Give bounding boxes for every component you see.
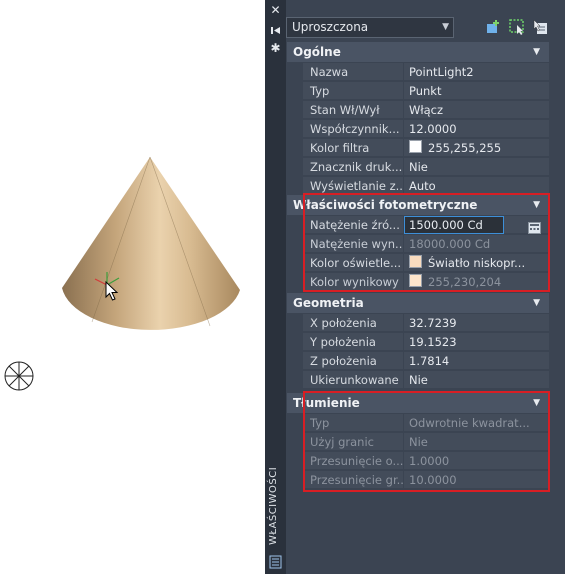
section-title: Ogólne — [293, 45, 341, 59]
property-row[interactable]: Stan Wł/Wył Włącz — [287, 101, 549, 120]
property-value: 1.0000 — [404, 452, 549, 470]
section-title: Tłumienie — [293, 396, 360, 410]
pin-icon[interactable] — [269, 24, 282, 37]
color-value: 255,255,255 — [428, 141, 502, 155]
property-label: Przesunięcie gr... — [303, 471, 403, 489]
object-type-value: Uproszczona — [292, 20, 369, 34]
property-label: Przesunięcie o... — [303, 452, 403, 470]
collapse-arrow-icon[interactable]: ▼ — [533, 293, 540, 313]
point-light-glyph-icon[interactable] — [4, 361, 34, 391]
quick-select-icon[interactable] — [484, 18, 502, 36]
property-row[interactable]: X położenia 32.7239 — [287, 314, 549, 333]
section-photometric-header[interactable]: Właściwości fotometryczne ▼ — [287, 195, 549, 215]
property-row[interactable]: Wyświetlanie z... Auto — [287, 177, 549, 196]
property-label: Y położenia — [303, 333, 403, 351]
viewport-canvas[interactable] — [0, 0, 265, 574]
color-swatch — [409, 274, 422, 287]
collapse-arrow-icon[interactable]: ▼ — [533, 393, 540, 413]
property-label: Kolor filtra — [303, 139, 403, 157]
property-row[interactable]: Współczynnik... 12.0000 — [287, 120, 549, 139]
property-value-color[interactable]: 255,255,255 — [404, 139, 549, 157]
property-value[interactable]: Punkt — [404, 82, 549, 100]
chevron-down-icon: ▼ — [442, 22, 449, 32]
property-value[interactable]: 1.7814 — [404, 352, 549, 370]
property-label: Wyświetlanie z... — [303, 177, 403, 195]
object-type-dropdown[interactable]: Uproszczona ▼ — [286, 17, 454, 38]
collapse-arrow-icon[interactable]: ▼ — [533, 42, 540, 62]
property-row[interactable]: Kolor oświetle... Światło niskopr... — [287, 254, 549, 273]
property-label: Kolor oświetle... — [303, 254, 403, 272]
settings-icon[interactable]: ✱ — [269, 42, 282, 55]
property-value: 10.0000 — [404, 471, 549, 489]
property-value: Nie — [404, 433, 549, 451]
properties-palette: ✕ ✱ WŁAŚCIWOŚCI Uproszczona ▼ Ogólne ▼ N… — [265, 0, 565, 574]
property-label: Nazwa — [303, 63, 403, 81]
property-value[interactable]: Auto — [404, 177, 549, 195]
property-label: Stan Wł/Wył — [303, 101, 403, 119]
color-value: 255,230,204 — [428, 275, 502, 289]
calculator-icon[interactable] — [528, 219, 541, 234]
property-label: Natężenie źró... — [303, 216, 403, 234]
property-row[interactable]: Typ Odwrotnie kwadrat... — [287, 414, 549, 433]
property-row[interactable]: Ukierunkowane Nie — [287, 371, 549, 390]
property-row[interactable]: Nazwa PointLight2 — [287, 63, 549, 82]
property-label: Współczynnik... — [303, 120, 403, 138]
property-row[interactable]: Z położenia 1.7814 — [287, 352, 549, 371]
cone-solid[interactable] — [62, 156, 240, 330]
property-row[interactable]: Y położenia 19.1523 — [287, 333, 549, 352]
section-attenuation-header[interactable]: Tłumienie ▼ — [287, 393, 549, 413]
color-swatch — [409, 140, 422, 153]
property-value[interactable]: 32.7239 — [404, 314, 549, 332]
toggle-pickadd-icon[interactable] — [531, 18, 549, 36]
properties-icon[interactable] — [269, 554, 282, 569]
property-value[interactable]: Nie — [404, 158, 549, 176]
property-value[interactable]: 19.1523 — [404, 333, 549, 351]
property-row[interactable]: Natężenie źró... 1500.000 Cd — [287, 216, 549, 235]
intensity-input[interactable]: 1500.000 Cd — [404, 216, 504, 234]
section-geometry-header[interactable]: Geometria ▼ — [287, 293, 549, 313]
property-row[interactable]: Natężenie wyn... 18000.000 Cd — [287, 235, 549, 254]
property-label: Typ — [303, 82, 403, 100]
collapse-arrow-icon[interactable]: ▼ — [533, 195, 540, 215]
section-title: Geometria — [293, 296, 364, 310]
property-label: Użyj granic — [303, 433, 403, 451]
property-value[interactable]: Włącz — [404, 101, 549, 119]
property-label: X położenia — [303, 314, 403, 332]
color-swatch — [409, 255, 422, 268]
close-icon[interactable]: ✕ — [269, 4, 282, 17]
property-value: 18000.000 Cd — [404, 235, 549, 253]
section-title: Właściwości fotometryczne — [293, 198, 478, 212]
drawing-viewport[interactable] — [0, 0, 265, 574]
select-objects-icon[interactable] — [508, 18, 526, 36]
property-value-color[interactable]: Światło niskopr... — [404, 254, 549, 272]
property-value[interactable]: Nie — [404, 371, 549, 389]
color-value: Światło niskopr... — [428, 256, 526, 270]
property-label: Z położenia — [303, 352, 403, 370]
property-row[interactable]: Kolor filtra 255,255,255 — [287, 139, 549, 158]
property-label: Typ — [303, 414, 403, 432]
property-row[interactable]: Użyj granic Nie — [287, 433, 549, 452]
property-row[interactable]: Kolor wynikowy 255,230,204 — [287, 273, 549, 292]
intensity-input-value: 1500.000 Cd — [409, 218, 483, 232]
property-label: Kolor wynikowy — [303, 273, 403, 291]
property-value[interactable]: PointLight2 — [404, 63, 549, 81]
property-label: Natężenie wyn... — [303, 235, 403, 253]
property-value-color: 255,230,204 — [404, 273, 549, 291]
property-value[interactable]: 12.0000 — [404, 120, 549, 138]
property-row[interactable]: Przesunięcie gr... 10.0000 — [287, 471, 549, 490]
property-row[interactable]: Typ Punkt — [287, 82, 549, 101]
section-general-header[interactable]: Ogólne ▼ — [287, 42, 549, 62]
property-label: Ukierunkowane — [303, 371, 403, 389]
property-row[interactable]: Przesunięcie o... 1.0000 — [287, 452, 549, 471]
property-row[interactable]: Znacznik druk... Nie — [287, 158, 549, 177]
property-value: Odwrotnie kwadrat... — [404, 414, 549, 432]
property-label: Znacznik druk... — [303, 158, 403, 176]
palette-title-bar[interactable]: ✕ ✱ WŁAŚCIWOŚCI — [265, 0, 286, 574]
palette-title: WŁAŚCIWOŚCI — [268, 466, 279, 545]
